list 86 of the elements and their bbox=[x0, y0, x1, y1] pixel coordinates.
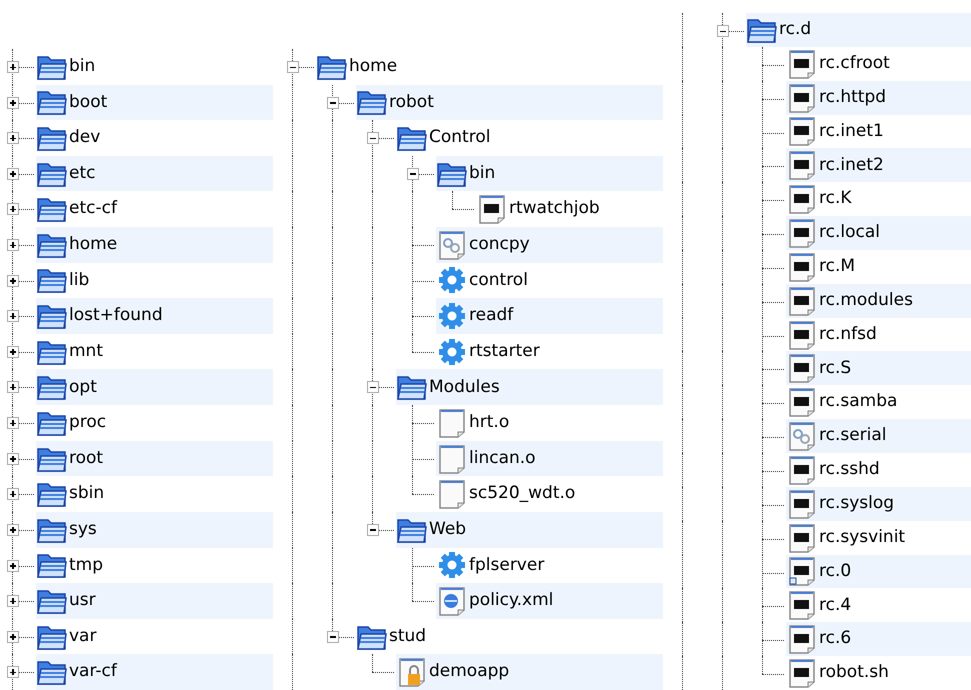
expander-toggle[interactable] bbox=[7, 168, 19, 180]
tree-item-label[interactable]: hrt.o bbox=[469, 410, 510, 436]
globe-file-icon bbox=[438, 586, 466, 616]
tree-item-label[interactable]: readf bbox=[469, 303, 514, 329]
expander-toggle[interactable] bbox=[7, 239, 19, 252]
tree-item-label[interactable]: usr bbox=[69, 588, 96, 614]
tree-item-label[interactable]: sbin bbox=[69, 481, 104, 507]
expander-toggle[interactable] bbox=[367, 132, 379, 144]
expander-toggle[interactable] bbox=[7, 630, 19, 643]
executable-file-icon bbox=[788, 218, 816, 248]
tree-item-label[interactable]: proc bbox=[69, 410, 106, 436]
executable-file-icon bbox=[788, 82, 816, 113]
tree-item-label[interactable]: rc.sysvinit bbox=[819, 524, 906, 550]
tree-item-label[interactable]: stud bbox=[389, 624, 426, 650]
expander-toggle[interactable] bbox=[327, 96, 339, 109]
tree-item-label[interactable]: etc-cf bbox=[69, 196, 117, 222]
expander-toggle[interactable] bbox=[7, 346, 19, 358]
tree-item-label[interactable]: rc.cfroot bbox=[819, 51, 890, 77]
expander-toggle[interactable] bbox=[7, 452, 19, 465]
expander-toggle[interactable] bbox=[327, 630, 339, 643]
expander-toggle[interactable] bbox=[407, 168, 419, 180]
expander-toggle[interactable] bbox=[287, 61, 299, 73]
executable-file-icon bbox=[788, 353, 816, 384]
tree-item-label[interactable]: sc520_wdt.o bbox=[469, 481, 576, 507]
expander-toggle[interactable] bbox=[367, 381, 379, 394]
executable-file-icon bbox=[788, 286, 816, 316]
expander-toggle[interactable] bbox=[7, 203, 19, 216]
expander-toggle[interactable] bbox=[7, 524, 19, 536]
tree-item-label[interactable]: rc.M bbox=[819, 254, 856, 280]
expander-toggle[interactable] bbox=[7, 595, 19, 608]
script-file-icon bbox=[438, 230, 466, 260]
tree-item-label[interactable]: etc bbox=[69, 160, 96, 186]
executable-file-icon bbox=[788, 488, 816, 519]
executable-file-icon bbox=[788, 624, 816, 654]
tree-item-label[interactable]: lib bbox=[69, 268, 90, 294]
expander-toggle[interactable] bbox=[7, 132, 19, 144]
expander-toggle[interactable] bbox=[367, 524, 379, 536]
tree-item-label[interactable]: Control bbox=[429, 125, 490, 151]
tree-item-label[interactable]: rc.6 bbox=[819, 626, 852, 652]
tree-item-label[interactable]: var bbox=[69, 624, 96, 650]
tree-item-label[interactable]: opt bbox=[69, 374, 97, 400]
tree-item-label[interactable]: rc.K bbox=[819, 186, 852, 212]
tree-item-label[interactable]: home bbox=[349, 54, 398, 80]
tree-item-label[interactable]: rc.samba bbox=[819, 389, 898, 415]
tree-item-label[interactable]: home bbox=[69, 232, 118, 258]
tree-item-label[interactable]: rc.nfsd bbox=[819, 322, 877, 348]
tree-item-label[interactable]: rc.d bbox=[779, 17, 812, 43]
tree-item-label[interactable]: mnt bbox=[69, 338, 103, 364]
expander-toggle[interactable] bbox=[7, 61, 19, 73]
blank-file-icon bbox=[438, 444, 466, 474]
executable-file-icon bbox=[788, 150, 816, 180]
tree-item-label[interactable]: rc.0 bbox=[819, 558, 852, 584]
tree-item-label[interactable]: control bbox=[469, 268, 528, 294]
expander-toggle[interactable] bbox=[7, 381, 19, 394]
expander-toggle[interactable] bbox=[7, 310, 19, 322]
tree-item-label[interactable]: concpy bbox=[469, 232, 530, 258]
script-file-icon bbox=[788, 421, 816, 452]
tree-item-label[interactable]: bin bbox=[469, 160, 496, 186]
expander-toggle[interactable] bbox=[7, 560, 19, 572]
expander-toggle[interactable] bbox=[7, 274, 19, 287]
tree-item-label[interactable]: rtstarter bbox=[469, 338, 540, 364]
tree-item-label[interactable]: robot.sh bbox=[819, 660, 889, 686]
tree-item-label[interactable]: fplserver bbox=[469, 552, 544, 578]
expander-toggle[interactable] bbox=[7, 488, 19, 500]
tree-item-label[interactable]: Modules bbox=[429, 374, 500, 400]
tree-item-label[interactable]: bin bbox=[69, 54, 96, 80]
tree-item-label[interactable]: robot bbox=[389, 90, 434, 116]
tree-item-label[interactable]: var-cf bbox=[69, 659, 117, 685]
expander-toggle[interactable] bbox=[717, 25, 729, 37]
tree-item-label[interactable]: rc.4 bbox=[819, 592, 852, 618]
tree-item-label[interactable]: sys bbox=[69, 516, 97, 542]
tree-item-label[interactable]: tmp bbox=[69, 552, 104, 578]
tree-item-label[interactable]: dev bbox=[69, 125, 100, 151]
tree-item-label[interactable]: root bbox=[69, 446, 104, 472]
expander-toggle[interactable] bbox=[7, 96, 19, 109]
executable-shortcut-icon bbox=[788, 556, 816, 586]
tree-item-label[interactable]: rc.S bbox=[819, 356, 852, 382]
tree-item-label[interactable]: rc.sshd bbox=[819, 457, 880, 483]
expander-toggle[interactable] bbox=[7, 417, 19, 430]
tree-item-label[interactable]: rtwatchjob bbox=[509, 196, 600, 222]
gear-icon bbox=[438, 302, 466, 330]
tree-item-label[interactable]: Web bbox=[429, 516, 466, 542]
locked-file-icon bbox=[398, 657, 426, 688]
tree-item-label[interactable]: boot bbox=[69, 90, 108, 116]
tree-item-label[interactable]: rc.inet1 bbox=[819, 118, 884, 144]
expander-toggle[interactable] bbox=[7, 666, 19, 678]
